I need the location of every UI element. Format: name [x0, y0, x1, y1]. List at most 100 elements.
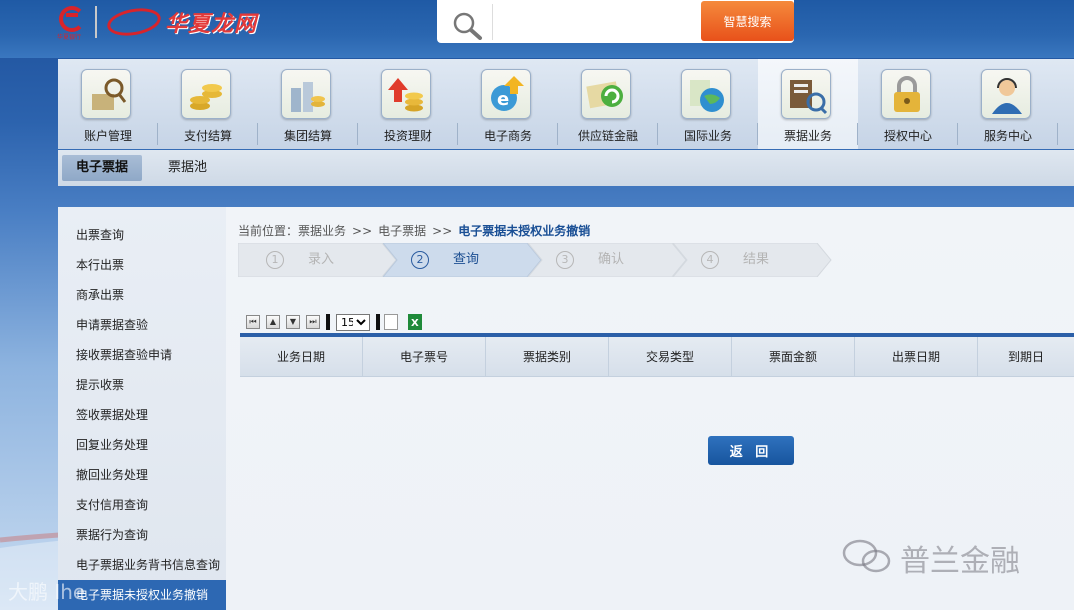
breadcrumb-separator: >> — [432, 224, 453, 238]
nav-label: 投资理财 — [383, 129, 432, 143]
column-header[interactable]: 票据类别 — [486, 337, 609, 376]
brand-name: 华夏龙网 — [165, 11, 258, 37]
nav-item-payment[interactable]: 支付结算 — [158, 59, 258, 149]
nav-item-bill[interactable]: 票据业务 — [758, 59, 858, 149]
watermark-right-text: 普兰金融 — [900, 544, 1020, 579]
nav-label: 集团结算 — [283, 129, 332, 143]
nav-label: 电子商务 — [483, 129, 532, 143]
prev-page-icon[interactable]: ▲ — [266, 315, 280, 329]
sidebar-item[interactable]: 出票查询 — [58, 220, 226, 250]
back-button[interactable]: 返 回 — [708, 436, 794, 465]
step-number: 3 — [556, 251, 574, 269]
sidebar: 出票查询 本行出票 商承出票 申请票据查验 接收票据查验申请 提示收票 签收票据… — [58, 207, 226, 610]
step-input: 1 录入 — [238, 243, 397, 277]
excel-export-icon[interactable]: X — [408, 314, 422, 330]
tab-electronic-bill[interactable]: 电子票据 — [62, 155, 143, 181]
nav-item-authorization[interactable]: 授权中心 — [858, 59, 958, 149]
sidebar-item[interactable]: 签收票据处理 — [58, 400, 226, 430]
bank-seal-icon — [59, 6, 85, 32]
column-header[interactable]: 业务日期 — [240, 337, 363, 376]
main-nav: 账户管理 支付结算 集团结算 投资理财 e 电子商务 供应链金融 国际业务 票据… — [58, 59, 1074, 149]
sidebar-item[interactable]: 支付信用查询 — [58, 490, 226, 520]
toolbar-divider — [376, 314, 380, 330]
sidebar-item[interactable]: 回复业务处理 — [58, 430, 226, 460]
nav-label: 国际业务 — [683, 129, 732, 143]
search-input[interactable] — [495, 4, 695, 40]
nav-label: 授权中心 — [883, 129, 932, 143]
breadcrumb-item[interactable]: 票据业务 — [298, 224, 346, 238]
top-header: 华夏银行 华夏龙网 智慧搜索 — [0, 0, 1074, 58]
column-header[interactable]: 出票日期 — [855, 337, 978, 376]
sub-tabs: 电子票据 票据池 — [58, 150, 1074, 186]
sidebar-item[interactable]: 票据行为查询 — [58, 520, 226, 550]
sidebar-item[interactable]: 接收票据查验申请 — [58, 340, 226, 370]
service-icon — [981, 69, 1031, 119]
nav-item-supply-chain[interactable]: 供应链金融 — [558, 59, 658, 149]
breadcrumb-separator: >> — [352, 224, 373, 238]
nav-item-international[interactable]: 国际业务 — [658, 59, 758, 149]
bank-name-small: 华夏银行 — [57, 34, 82, 41]
investment-icon — [381, 69, 431, 119]
step-label: 录入 — [308, 252, 335, 267]
nav-item-investment[interactable]: 投资理财 — [358, 59, 458, 149]
search-icon[interactable] — [449, 10, 489, 40]
step-number: 2 — [411, 251, 429, 269]
nav-label: 票据业务 — [783, 129, 832, 143]
supply-chain-icon — [581, 69, 631, 119]
search-divider — [492, 4, 493, 40]
page-size-select[interactable]: 15 — [336, 314, 370, 331]
breadcrumb-prefix: 当前位置： — [238, 224, 299, 238]
progress-steps: 1 录入 2 查询 3 确认 4 结果 — [238, 243, 832, 277]
nav-item-service[interactable]: 服务中心 — [958, 59, 1058, 149]
document-icon[interactable] — [384, 314, 398, 330]
sidebar-item[interactable]: 本行出票 — [58, 250, 226, 280]
nav-label: 账户管理 — [83, 129, 132, 143]
step-confirm: 3 确认 — [528, 243, 687, 277]
smart-search-button[interactable]: 智慧搜索 — [701, 1, 794, 41]
watermark-right: 普兰金融 — [838, 534, 1074, 579]
column-header[interactable]: 到期日 — [978, 337, 1074, 376]
svg-text:X: X — [411, 318, 419, 329]
nav-item-group[interactable]: 集团结算 — [258, 59, 358, 149]
step-label: 查询 — [453, 252, 480, 267]
ecommerce-icon: e — [481, 69, 531, 119]
group-icon — [281, 69, 331, 119]
sidebar-item[interactable]: 商承出票 — [58, 280, 226, 310]
tab-bill-pool[interactable]: 票据池 — [154, 155, 221, 181]
breadcrumb-item[interactable]: 电子票据 — [378, 224, 426, 238]
sidebar-item[interactable]: 撤回业务处理 — [58, 460, 226, 490]
step-query: 2 查询 — [383, 243, 542, 277]
bank-seal-mark — [66, 13, 78, 17]
sidebar-item[interactable]: 申请票据查验 — [58, 310, 226, 340]
step-label: 结果 — [743, 252, 770, 267]
step-number: 4 — [701, 251, 719, 269]
nav-item-ecommerce[interactable]: e 电子商务 — [458, 59, 558, 149]
next-page-icon[interactable]: ▼ — [286, 315, 300, 329]
watermark-left: 大鹏 Ihe — [8, 580, 86, 604]
first-page-icon[interactable]: ⏮ — [246, 315, 260, 329]
globe-icon — [681, 69, 731, 119]
column-header[interactable]: 票面金额 — [732, 337, 855, 376]
lock-icon — [881, 69, 931, 119]
svg-text:e: e — [497, 89, 509, 110]
toolbar-divider — [326, 314, 330, 330]
grid-toolbar: ⏮ ▲ ▼ ⏭ 15 X — [244, 313, 444, 333]
wechat-icon — [842, 539, 891, 573]
nav-label: 支付结算 — [183, 129, 232, 143]
bill-icon — [781, 69, 831, 119]
results-table: 业务日期 电子票号 票据类别 交易类型 票面金额 出票日期 到期日 — [240, 333, 1074, 377]
sidebar-item[interactable]: 提示收票 — [58, 370, 226, 400]
nav-item-account[interactable]: 账户管理 — [58, 59, 158, 149]
nav-label: 供应链金融 — [577, 129, 638, 143]
logo-ellipse-icon — [105, 4, 163, 40]
search-bar: 智慧搜索 — [437, 0, 794, 43]
step-label: 确认 — [598, 252, 625, 267]
breadcrumb-current: 电子票据未授权业务撤销 — [458, 224, 591, 238]
last-page-icon[interactable]: ⏭ — [306, 315, 320, 329]
logo-divider — [95, 6, 97, 38]
column-header[interactable]: 电子票号 — [363, 337, 486, 376]
step-result: 4 结果 — [673, 243, 832, 277]
table-header: 业务日期 电子票号 票据类别 交易类型 票面金额 出票日期 到期日 — [240, 337, 1074, 377]
bank-logo[interactable]: 华夏银行 华夏龙网 — [55, 0, 270, 46]
column-header[interactable]: 交易类型 — [609, 337, 732, 376]
